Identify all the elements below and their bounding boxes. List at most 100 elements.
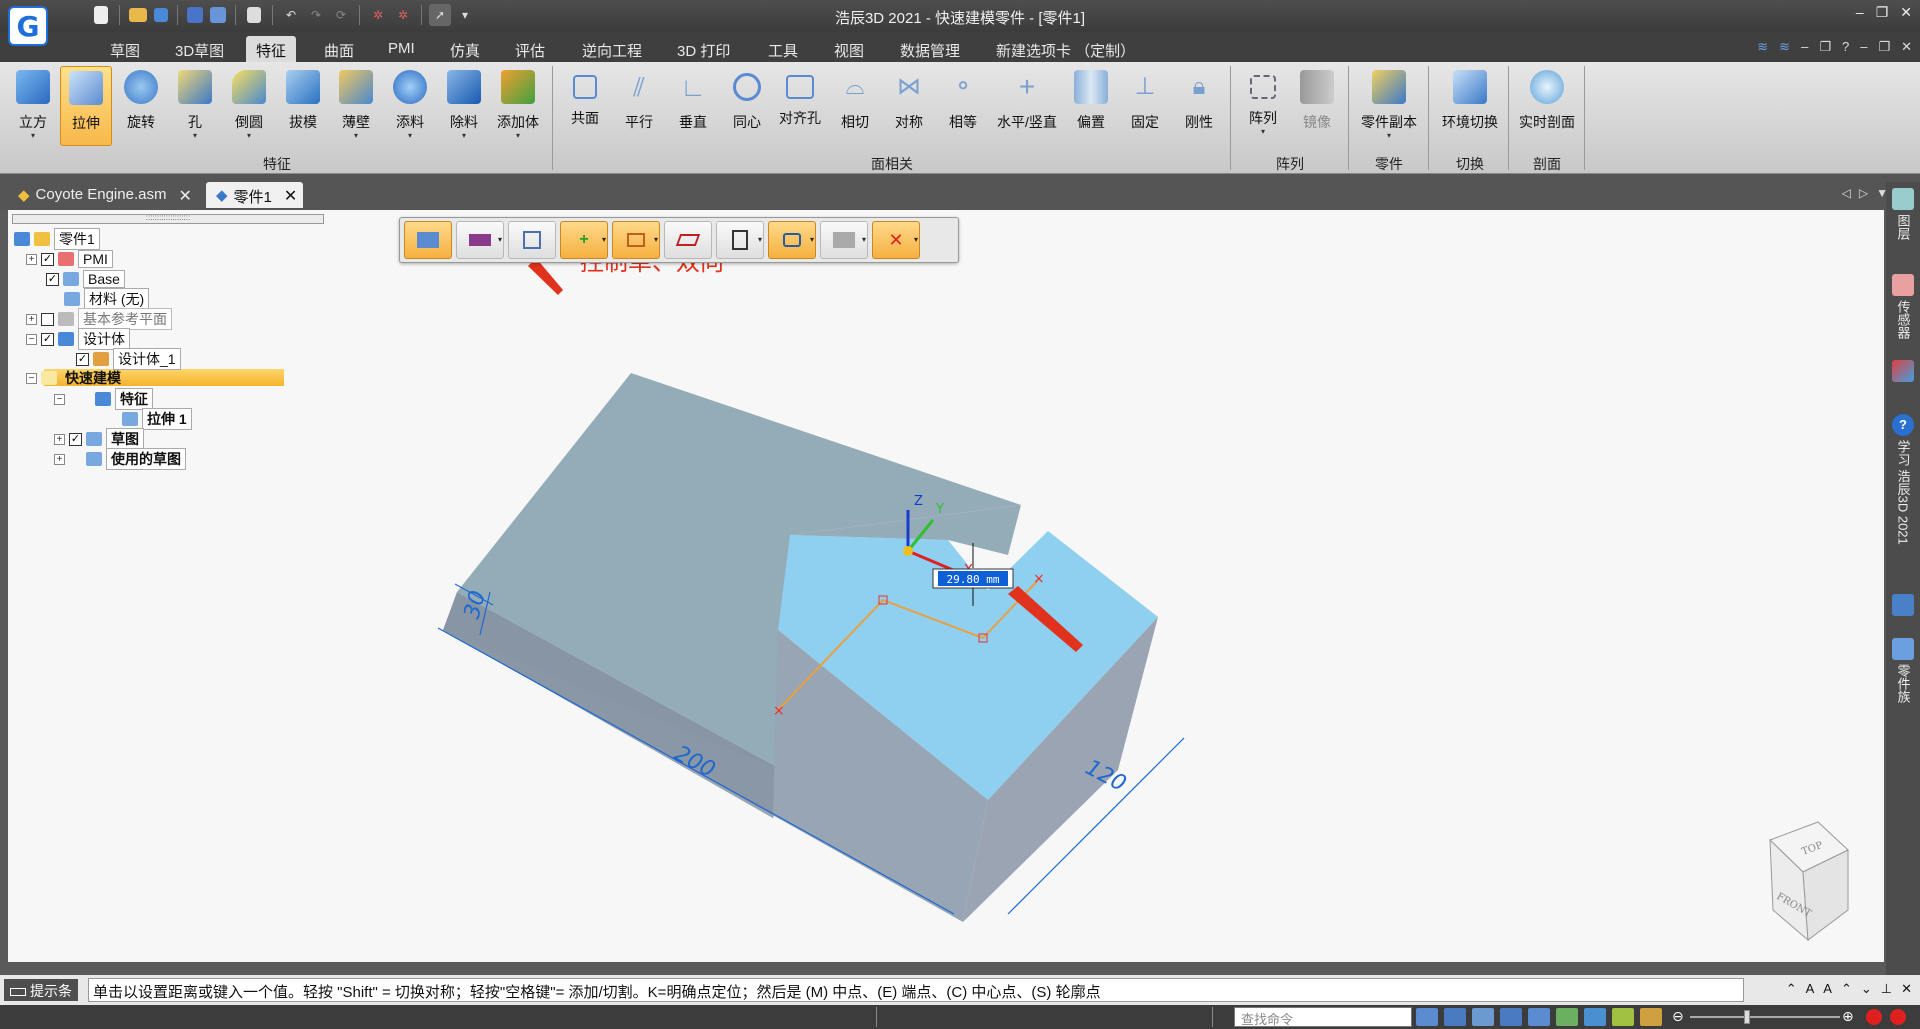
remove-material-button[interactable]: 除料 ▾ (440, 66, 488, 146)
zoom-slider[interactable] (1690, 1016, 1840, 1018)
select-face-button[interactable]: ▾ (768, 221, 816, 259)
keypoint-button[interactable]: ▾ (820, 221, 868, 259)
tab-sketch[interactable]: 草图 (100, 36, 150, 62)
rigid-button[interactable]: 🔒︎ 刚性 (1176, 66, 1222, 146)
zoom-in-icon[interactable]: ⊕ (1842, 1008, 1854, 1025)
add-material-button[interactable]: 添料 ▾ (386, 66, 434, 146)
prev-tab-icon[interactable]: ◁ (1842, 186, 1851, 200)
open-folder-icon[interactable] (129, 8, 147, 22)
tab-custom[interactable]: 新建选项卡 （定制） (986, 36, 1145, 62)
open-recent-icon[interactable] (154, 8, 168, 22)
triad-origin[interactable] (903, 546, 913, 556)
select-cursor-icon[interactable]: ➚ (429, 4, 451, 26)
layout-icon[interactable]: ≋ (1779, 39, 1790, 55)
color-panel-tab[interactable] (1889, 360, 1917, 382)
learn-panel-tab[interactable]: ? 学习 浩辰3D 2021 (1889, 414, 1917, 545)
symmetric-button[interactable]: ⋈ 对称 (886, 66, 932, 146)
doc-minimize-icon[interactable]: – (1860, 39, 1867, 55)
model-viewport[interactable]: × × Z Y X 30 200 120 29.80 mm TOP (8, 210, 1884, 962)
next-tab-icon[interactable]: ▷ (1859, 186, 1868, 200)
extent-type-button[interactable]: ▾ (612, 221, 660, 259)
add-cut-button[interactable]: + ▾ (560, 221, 608, 259)
tab-pmi[interactable]: PMI (378, 36, 425, 62)
save-icon[interactable] (187, 7, 203, 23)
doc-tab-assembly[interactable]: ◆ Coyote Engine.asm ✕ (8, 182, 198, 208)
new-file-icon[interactable] (94, 6, 108, 24)
hole-button[interactable]: 孔 ▾ (172, 66, 218, 146)
tab-reverse-engineering[interactable]: 逆向工程 (572, 36, 652, 62)
help-icon[interactable]: ? (1842, 39, 1849, 55)
treatment-button[interactable]: ▾ (716, 221, 764, 259)
close-tab-icon[interactable]: ✕ (284, 186, 297, 206)
revolve-button[interactable]: 旋转 (116, 66, 166, 146)
sketch-view-icon[interactable] (1556, 1008, 1578, 1026)
parallel-button[interactable]: ⫽ 平行 (616, 66, 662, 146)
close-icon[interactable]: ✕ (1901, 981, 1912, 997)
zoom-out-icon[interactable]: ⊖ (1672, 1008, 1684, 1025)
doc-close-icon[interactable]: ✕ (1901, 39, 1912, 55)
layers-panel-tab[interactable]: 图层 (1889, 188, 1917, 240)
concentric-button[interactable]: 同心 (724, 66, 770, 146)
equal-button[interactable]: ⚬ 相等 (940, 66, 986, 146)
round-button[interactable]: 倒圆 ▾ (224, 66, 274, 146)
theme-icon[interactable]: ≋ (1757, 39, 1768, 55)
tangent-button[interactable]: ⌓ 相切 (832, 66, 878, 146)
cube-button[interactable]: 立方 ▾ (10, 66, 56, 146)
zoom-area-icon[interactable] (1472, 1008, 1494, 1026)
expand-icon[interactable]: ⌃ (1841, 981, 1852, 997)
close-icon[interactable]: ✕ (1900, 4, 1912, 21)
font-shrink-icon[interactable]: A (1823, 981, 1832, 997)
undo-icon[interactable]: ↶ (280, 4, 302, 26)
part-copy-button[interactable]: 零件副本 ▾ (1356, 66, 1422, 146)
redo-icon[interactable]: ↷ (305, 4, 327, 26)
profile-type-button[interactable]: ▾ (456, 221, 504, 259)
align-hole-button[interactable]: 对齐孔 (774, 66, 826, 146)
coplanar-button[interactable]: 共面 (562, 66, 608, 146)
doc-tab-part[interactable]: ◆ 零件1 ✕ (206, 182, 304, 208)
pan-icon[interactable] (1500, 1008, 1522, 1026)
font-size-icon[interactable]: A (1806, 981, 1815, 997)
scroll-up-icon[interactable]: ⌃ (1786, 981, 1797, 997)
properties-icon[interactable] (247, 7, 261, 23)
ribbon-minimize-icon[interactable]: – (1801, 39, 1808, 55)
perpendicular-button[interactable]: ∟ 垂直 (670, 66, 716, 146)
save-as-icon[interactable] (210, 7, 226, 23)
minimize-icon[interactable]: – (1856, 4, 1864, 21)
draft-button[interactable]: 拔模 (280, 66, 326, 146)
fixed-button[interactable]: ⊥ 固定 (1122, 66, 1168, 146)
fit-icon[interactable] (1444, 1008, 1466, 1026)
environment-switch-button[interactable]: 环境切换 (1436, 66, 1504, 146)
view-settings-icon[interactable]: ✲ (392, 4, 414, 26)
customize-qat-icon[interactable]: ▾ (454, 4, 476, 26)
tab-surface[interactable]: 曲面 (314, 36, 364, 62)
rotate-icon[interactable] (1528, 1008, 1550, 1026)
extrude-button[interactable]: 拉伸 (60, 66, 112, 146)
display-icon[interactable] (1612, 1008, 1634, 1026)
record-icon[interactable] (1866, 1009, 1882, 1025)
stop-icon[interactable] (1890, 1009, 1906, 1025)
cancel-button[interactable]: ✕ ▾ (872, 221, 920, 259)
direction-button[interactable] (508, 221, 556, 259)
pin-icon[interactable]: ⊥ (1881, 981, 1892, 997)
tab-evaluate[interactable]: 评估 (505, 36, 555, 62)
tab-3d-sketch[interactable]: 3D草图 (165, 36, 234, 62)
part-family-panel-tab[interactable]: 零件族 (1889, 638, 1917, 703)
side-step-button[interactable] (664, 221, 712, 259)
tab-data-management[interactable]: 数据管理 (890, 36, 970, 62)
live-section-button[interactable]: 实时剖面 (1514, 66, 1580, 146)
view-panel-tab[interactable] (1889, 594, 1917, 616)
add-body-button[interactable]: 添加体 ▾ (492, 66, 544, 146)
graphics-window[interactable]: :::::::::::::::::::: 零件1 + ✓ PMI ✓ Base … (8, 210, 1884, 962)
repeat-icon[interactable]: ⟳ (330, 4, 352, 26)
tab-tools[interactable]: 工具 (758, 36, 808, 62)
zoom-slider-thumb[interactable] (1744, 1010, 1750, 1024)
horizontal-vertical-button[interactable]: + 水平/竖直 (992, 66, 1062, 146)
shade-icon[interactable] (1640, 1008, 1662, 1026)
offset-button[interactable]: 偏置 (1068, 66, 1114, 146)
zoom-icon[interactable] (1416, 1008, 1438, 1026)
extrude-step-button[interactable] (404, 221, 452, 259)
style-icon[interactable] (1584, 1008, 1606, 1026)
tab-view[interactable]: 视图 (824, 36, 874, 62)
mirror-button[interactable]: 镜像 (1294, 66, 1340, 146)
ribbon-restore-icon[interactable]: ❐ (1819, 39, 1831, 55)
